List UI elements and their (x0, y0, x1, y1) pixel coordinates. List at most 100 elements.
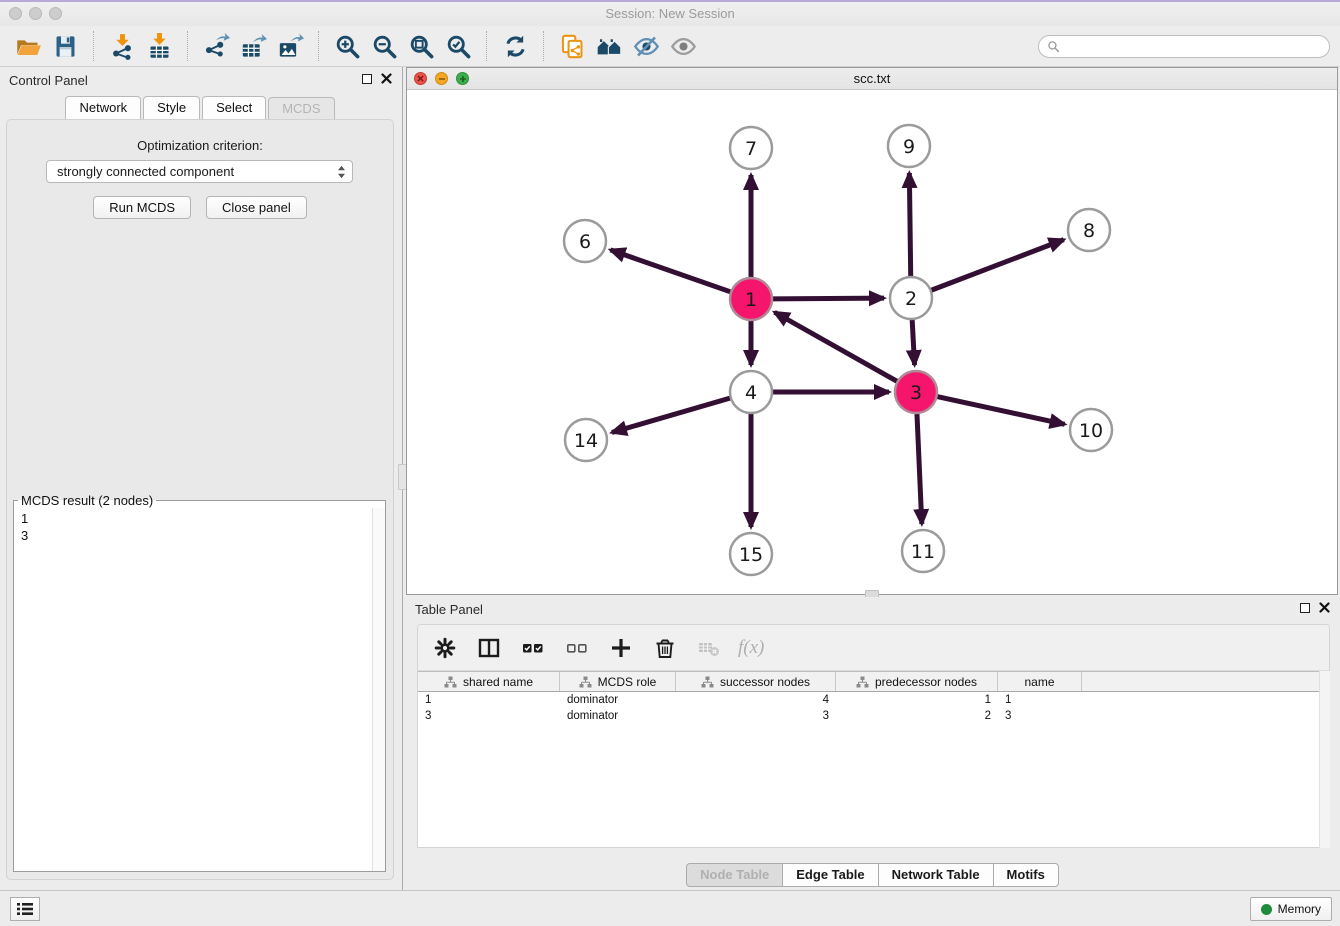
edge-3-1[interactable] (775, 312, 898, 381)
cell-successor-nodes[interactable]: 3 (676, 710, 836, 722)
mcds-panel: Optimization criterion: strongly connect… (6, 119, 394, 880)
split-panel-button[interactable] (474, 633, 504, 663)
settings-button[interactable] (430, 633, 460, 663)
toolbar-separator (477, 31, 487, 61)
edge-2-3[interactable] (912, 319, 914, 365)
search-box[interactable] (1038, 35, 1330, 58)
edge-2-8[interactable] (931, 240, 1064, 291)
network-minimize-button[interactable] (435, 72, 448, 85)
column-header-predecessor-nodes[interactable]: predecessor nodes (836, 672, 998, 691)
home-view-button[interactable] (591, 29, 628, 63)
tab-network[interactable]: Network (65, 96, 141, 119)
column-header-mcds-role[interactable]: MCDS role (560, 672, 676, 691)
delete-table-icon (697, 636, 721, 660)
cell-name[interactable]: 3 (998, 710, 1082, 722)
maximize-window-button[interactable] (49, 7, 62, 20)
copy-view-button[interactable] (554, 29, 591, 63)
close-table-panel-icon[interactable] (1319, 602, 1330, 613)
import-network-button[interactable] (104, 29, 141, 63)
zoom-fit-button[interactable] (403, 29, 440, 63)
column-label: successor nodes (720, 675, 810, 689)
table-row[interactable]: 1dominator411 (418, 692, 1329, 708)
cell-name[interactable]: 1 (998, 694, 1082, 706)
search-input[interactable] (1065, 39, 1321, 53)
close-window-button[interactable] (9, 7, 22, 20)
edge-1-6[interactable] (610, 250, 731, 292)
import-network-icon (109, 33, 136, 60)
table-panel-title: Table Panel (415, 602, 483, 617)
mcds-result-list: 13 (16, 510, 383, 869)
delete-column-button[interactable] (650, 633, 680, 663)
delete-column-icon (653, 636, 677, 660)
export-image-button[interactable] (272, 29, 309, 63)
refresh-view-button[interactable] (497, 29, 534, 63)
table-row[interactable]: 3dominator323 (418, 708, 1329, 724)
select-all-icon (521, 636, 545, 660)
add-column-button[interactable] (606, 633, 636, 663)
hierarchy-icon (701, 676, 714, 688)
column-header-shared-name[interactable]: shared name (418, 672, 560, 691)
cell-predecessor-nodes[interactable]: 2 (836, 710, 998, 722)
show-panel-button[interactable] (10, 897, 40, 921)
tab-node-table[interactable]: Node Table (686, 863, 783, 887)
memory-label: Memory (1278, 902, 1321, 916)
memory-status-icon (1261, 904, 1272, 915)
cell-predecessor-nodes[interactable]: 1 (836, 694, 998, 706)
tab-network-table[interactable]: Network Table (878, 863, 994, 887)
hide-selected-button[interactable] (628, 29, 665, 63)
minimize-window-button[interactable] (29, 7, 42, 20)
export-table-button[interactable] (235, 29, 272, 63)
minimize-glyph-icon (438, 75, 446, 83)
edge-2-9[interactable] (909, 173, 910, 277)
float-table-panel-icon[interactable] (1300, 603, 1310, 613)
float-panel-icon[interactable] (362, 74, 372, 84)
edge-4-14[interactable] (612, 398, 731, 433)
zoom-in-button[interactable] (329, 29, 366, 63)
import-table-button[interactable] (141, 29, 178, 63)
edge-3-11[interactable] (917, 413, 922, 524)
control-panel-header: Control Panel (0, 67, 400, 95)
close-panel-icon[interactable] (381, 73, 392, 84)
column-header-name[interactable]: name (998, 672, 1082, 691)
hierarchy-icon (444, 676, 457, 688)
deselect-all-button[interactable] (562, 633, 592, 663)
network-close-button[interactable] (414, 72, 427, 85)
column-header-successor-nodes[interactable]: successor nodes (676, 672, 836, 691)
cell-successor-nodes[interactable]: 4 (676, 694, 836, 706)
open-session-button[interactable] (10, 29, 47, 63)
settings-icon (433, 636, 457, 660)
network-window-titlebar[interactable]: scc.txt (407, 68, 1337, 90)
tab-motifs[interactable]: Motifs (993, 863, 1059, 887)
network-canvas[interactable]: 1234678910111415 (407, 90, 1337, 593)
zoom-selected-button[interactable] (440, 29, 477, 63)
home-view-icon (596, 33, 623, 60)
save-session-button[interactable] (47, 29, 84, 63)
optimization-criterion-select[interactable]: strongly connected component (46, 160, 353, 183)
edge-1-2[interactable] (772, 298, 884, 299)
tab-mcds[interactable]: MCDS (268, 97, 334, 120)
edge-3-10[interactable] (937, 396, 1065, 424)
control-panel-tabs: NetworkStyleSelectMCDS (0, 95, 400, 119)
mcds-result-box: MCDS result (2 nodes) 13 (13, 493, 386, 872)
cell-mcds-role[interactable]: dominator (560, 710, 676, 722)
tab-style[interactable]: Style (143, 96, 200, 119)
cell-mcds-role[interactable]: dominator (560, 694, 676, 706)
result-scrollbar[interactable] (372, 508, 385, 871)
network-maximize-button[interactable] (456, 72, 469, 85)
toolbar-separator (309, 31, 319, 61)
tab-edge-table[interactable]: Edge Table (782, 863, 878, 887)
table-toolbar: f(x) (418, 625, 1329, 671)
export-network-button[interactable] (198, 29, 235, 63)
save-session-icon (52, 33, 79, 60)
cell-shared-name[interactable]: 3 (418, 710, 560, 722)
zoom-out-button[interactable] (366, 29, 403, 63)
table-scrollbar[interactable] (1319, 671, 1330, 848)
tab-select[interactable]: Select (202, 96, 266, 119)
cell-shared-name[interactable]: 1 (418, 694, 560, 706)
close-panel-button[interactable]: Close panel (206, 196, 307, 219)
run-mcds-button[interactable]: Run MCDS (93, 196, 191, 219)
node-label-8: 8 (1083, 220, 1095, 242)
memory-button[interactable]: Memory (1250, 897, 1332, 921)
select-all-button[interactable] (518, 633, 548, 663)
toolbar-separator (84, 31, 94, 61)
